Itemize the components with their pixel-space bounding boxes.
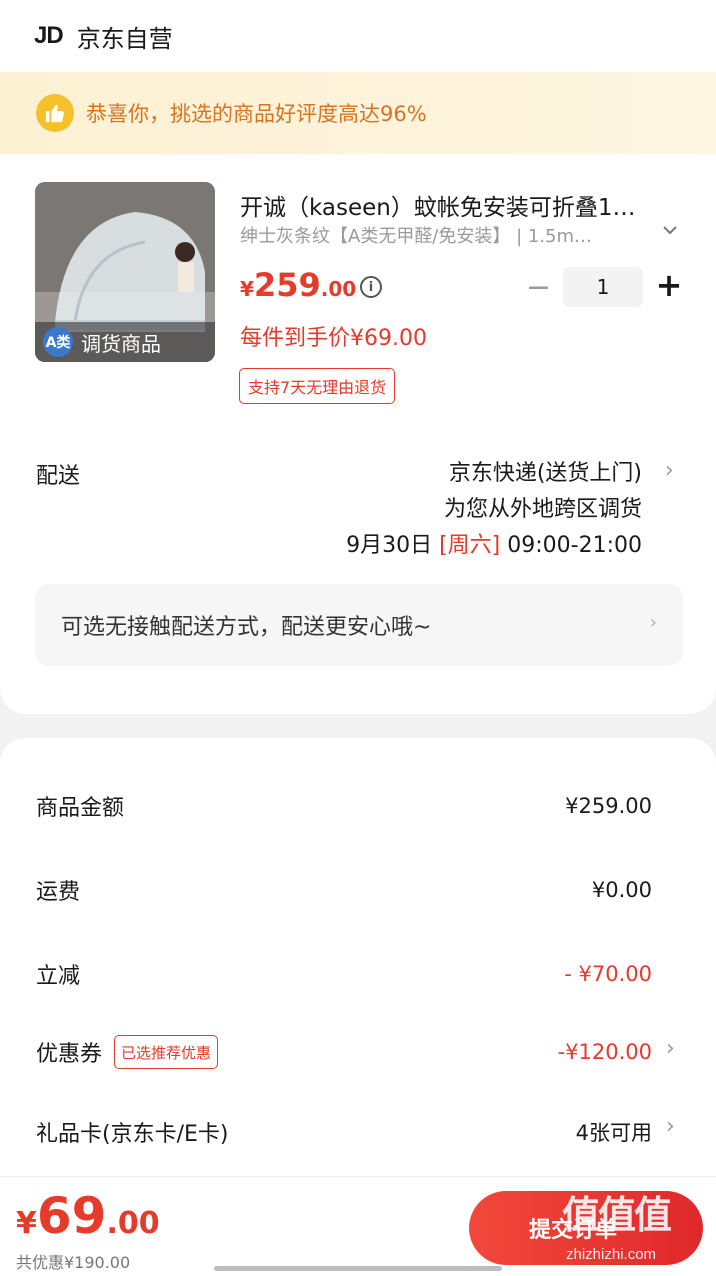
instant-discount-row: 立减 - ¥70.00 (36, 954, 652, 994)
shipping-details[interactable]: 京东快递(送货上门) 为您从外地跨区调货 9月30日 [周六] 09:00-21… (346, 456, 642, 564)
shipping-method: 京东快递(送货上门) (448, 461, 642, 486)
chevron-down-icon[interactable] (662, 220, 678, 239)
shipping-label: 配送 (36, 464, 81, 489)
jd-logo: JD (34, 22, 64, 49)
gift-card-label: 礼品卡(京东卡/E卡) (36, 1122, 229, 1147)
home-indicator[interactable] (214, 1266, 502, 1271)
freight-row: 运费 ¥0.00 (36, 870, 652, 910)
chevron-right-icon[interactable]: › (666, 1036, 675, 1061)
delivery-window: 09:00-21:00 (507, 533, 642, 558)
product-image[interactable]: A类 调货商品 (35, 182, 215, 362)
gift-card-value: 4张可用 (575, 1121, 652, 1145)
goods-amount-value: ¥259.00 (565, 794, 652, 818)
order-item-card: A类 调货商品 开诚（kaseen）蚊帐免安装可折叠1… 绅士灰条纹【A类无甲醛… (0, 154, 716, 714)
total-currency: ¥ (16, 1206, 37, 1241)
return-policy-badge: 支持7天无理由退货 (239, 368, 396, 404)
total-savings: 共优惠¥190.00 (16, 1253, 131, 1272)
price-decimal: .00 (320, 277, 357, 301)
total-decimal: .00 (106, 1206, 160, 1241)
site-watermark: 值值值 zhizhizhi.com (562, 1180, 708, 1270)
contactless-text: 可选无接触配送方式，配送更安心哦~ (61, 615, 432, 640)
info-icon[interactable]: i (360, 276, 382, 298)
instant-discount-value: - ¥70.00 (564, 962, 652, 986)
watermark-logo: 值值值 (562, 1193, 672, 1237)
coupon-recommended-badge: 已选推荐优惠 (114, 1035, 219, 1069)
instant-discount-label: 立减 (36, 964, 81, 989)
top-bar: JD 京东自营 (0, 0, 716, 72)
goods-amount-row: 商品金额 ¥259.00 (36, 786, 652, 826)
quantity-increase-button[interactable]: + (655, 266, 683, 304)
delivery-date: 9月30日 (346, 533, 433, 558)
total-integer: 69 (36, 1187, 107, 1245)
coupon-row[interactable]: 优惠券 已选推荐优惠 -¥120.00 (36, 1032, 652, 1072)
watermark-url: zhizhizhi.com (566, 1246, 657, 1263)
price-currency: ¥ (240, 277, 254, 301)
product-title[interactable]: 开诚（kaseen）蚊帐免安装可折叠1… (240, 188, 686, 222)
unit-price: 每件到手价¥69.00 (240, 326, 427, 351)
order-total: ¥69.00 (16, 1187, 160, 1245)
freight-value: ¥0.00 (591, 878, 652, 902)
transfer-goods-tag: A类 调货商品 (35, 322, 215, 362)
chevron-right-icon[interactable]: › (665, 458, 674, 483)
delivery-time: 9月30日 [周六] 09:00-21:00 (346, 528, 642, 564)
transfer-goods-label: 调货商品 (81, 331, 161, 356)
goods-amount-label: 商品金额 (36, 796, 125, 821)
chevron-right-icon: › (649, 612, 657, 633)
banner-text: 恭喜你，挑选的商品好评度高达96% (86, 102, 427, 126)
shipping-note: 为您从外地跨区调货 (443, 497, 642, 522)
rating-banner: 恭喜你，挑选的商品好评度高达96% (0, 72, 716, 154)
coupon-value: -¥120.00 (557, 1040, 652, 1064)
freight-label: 运费 (36, 880, 81, 905)
coupon-label: 优惠券 (36, 1042, 103, 1067)
quantity-field[interactable]: 1 (563, 267, 643, 307)
thumbs-up-icon (36, 94, 74, 132)
product-price: ¥259.00 (240, 266, 356, 304)
product-spec[interactable]: 绅士灰条纹【A类无甲醛/免安装】 | 1.5m… (240, 222, 630, 248)
contactless-delivery-option[interactable]: 可选无接触配送方式，配送更安心哦~ › (35, 584, 683, 666)
gift-card-row[interactable]: 礼品卡(京东卡/E卡) 4张可用 (36, 1112, 652, 1152)
store-name: 京东自营 (76, 24, 173, 53)
grade-a-badge: A类 (43, 327, 73, 357)
price-integer: 259 (253, 266, 321, 304)
quantity-decrease-button[interactable]: − (526, 270, 551, 305)
chevron-right-icon[interactable]: › (666, 1114, 675, 1139)
delivery-weekday: [周六] (439, 533, 501, 558)
